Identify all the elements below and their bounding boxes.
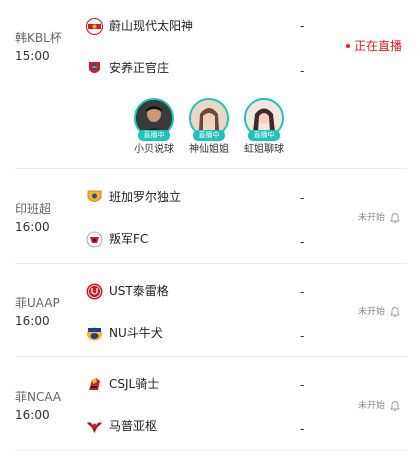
bell-icon[interactable]	[389, 212, 401, 224]
csjl-logo	[86, 376, 103, 393]
status-text: 未开始	[358, 307, 386, 317]
mapua-logo	[86, 418, 103, 435]
league-name: 印班超	[15, 202, 52, 216]
home-team[interactable]: CSJL骑士	[86, 374, 159, 394]
home-team-name: CSJL骑士	[109, 377, 160, 391]
away-score: -	[300, 422, 305, 436]
bell-icon[interactable]	[389, 306, 401, 318]
away-team[interactable]: 叛军FC	[86, 229, 148, 249]
match-time: 16:00	[15, 408, 50, 422]
league-name: 韩KBL杯	[15, 31, 62, 45]
away-team-name: 马普亚枢	[109, 419, 158, 433]
home-team[interactable]: 蔚山现代太阳神	[86, 16, 193, 36]
match-card[interactable]: 印班超 16:00 班加罗尔独立 - 叛军FC - 未开始	[0, 169, 417, 263]
ust-logo	[86, 283, 103, 300]
nu-logo	[86, 325, 103, 342]
away-team[interactable]: 安养正官庄	[86, 58, 169, 78]
rebels-logo	[86, 231, 103, 248]
home-score: -	[300, 19, 305, 33]
match-time: 15:00	[15, 49, 50, 63]
away-team[interactable]: 马普亚枢	[86, 416, 157, 436]
match-status[interactable]: 未开始	[358, 211, 401, 225]
match-card[interactable]: 韩KBL杯 15:00 蔚山现代太阳神 - 安养正官庄 - 正在直播 直播中 小…	[0, 0, 417, 168]
ulsan-logo	[86, 17, 103, 35]
home-score: -	[300, 191, 305, 205]
league-name: 菲UAAP	[15, 296, 60, 310]
match-time: 16:00	[15, 220, 50, 234]
streamer-card[interactable]: 直播中 神仙姐姐	[179, 98, 239, 157]
away-score: -	[300, 329, 305, 343]
bell-icon[interactable]	[389, 400, 401, 412]
live-badge: 直播中	[193, 130, 225, 141]
live-badge: 直播中	[248, 130, 280, 141]
home-team[interactable]: 班加罗尔独立	[86, 187, 181, 207]
streamer-name: 小贝说球	[134, 144, 174, 155]
anyang-logo	[86, 60, 103, 77]
match-card[interactable]: 菲NCAA 16:00 CSJL骑士 - 马普亚枢 - 未开始	[0, 357, 417, 451]
streamer-name: 虹姐聊球	[244, 144, 284, 155]
match-time: 16:00	[15, 314, 50, 328]
live-status[interactable]: 正在直播	[346, 38, 402, 54]
away-score: -	[300, 235, 305, 249]
away-team-name: 安养正官庄	[109, 61, 170, 75]
status-text: 未开始	[358, 401, 386, 411]
live-dot-icon	[346, 43, 350, 48]
live-badge: 直播中	[138, 130, 170, 141]
streamer-card[interactable]: 直播中 小贝说球	[124, 98, 184, 157]
away-team-name: 叛军FC	[109, 232, 149, 246]
streamer-name: 神仙姐姐	[189, 144, 229, 155]
home-team[interactable]: UST泰雷格	[86, 281, 169, 301]
home-score: -	[300, 285, 305, 299]
bengaluru-logo	[86, 189, 103, 206]
match-status[interactable]: 未开始	[358, 305, 401, 319]
home-score: -	[300, 378, 305, 392]
status-text: 未开始	[358, 213, 386, 223]
league-name: 菲NCAA	[15, 390, 62, 404]
match-card[interactable]: 菲UAAP 16:00 UST泰雷格 - NU斗牛犬 - 未开始	[0, 264, 417, 356]
home-team-name: 蔚山现代太阳神	[109, 19, 194, 33]
streamer-card[interactable]: 直播中 虹姐聊球	[234, 98, 294, 157]
home-team-name: 班加罗尔独立	[109, 190, 182, 204]
home-team-name: UST泰雷格	[109, 284, 169, 298]
away-team-name: NU斗牛犬	[109, 326, 163, 340]
match-status[interactable]: 未开始	[358, 399, 401, 413]
away-score: -	[300, 64, 305, 78]
away-team[interactable]: NU斗牛犬	[86, 323, 163, 343]
live-status-text: 正在直播	[354, 39, 403, 53]
